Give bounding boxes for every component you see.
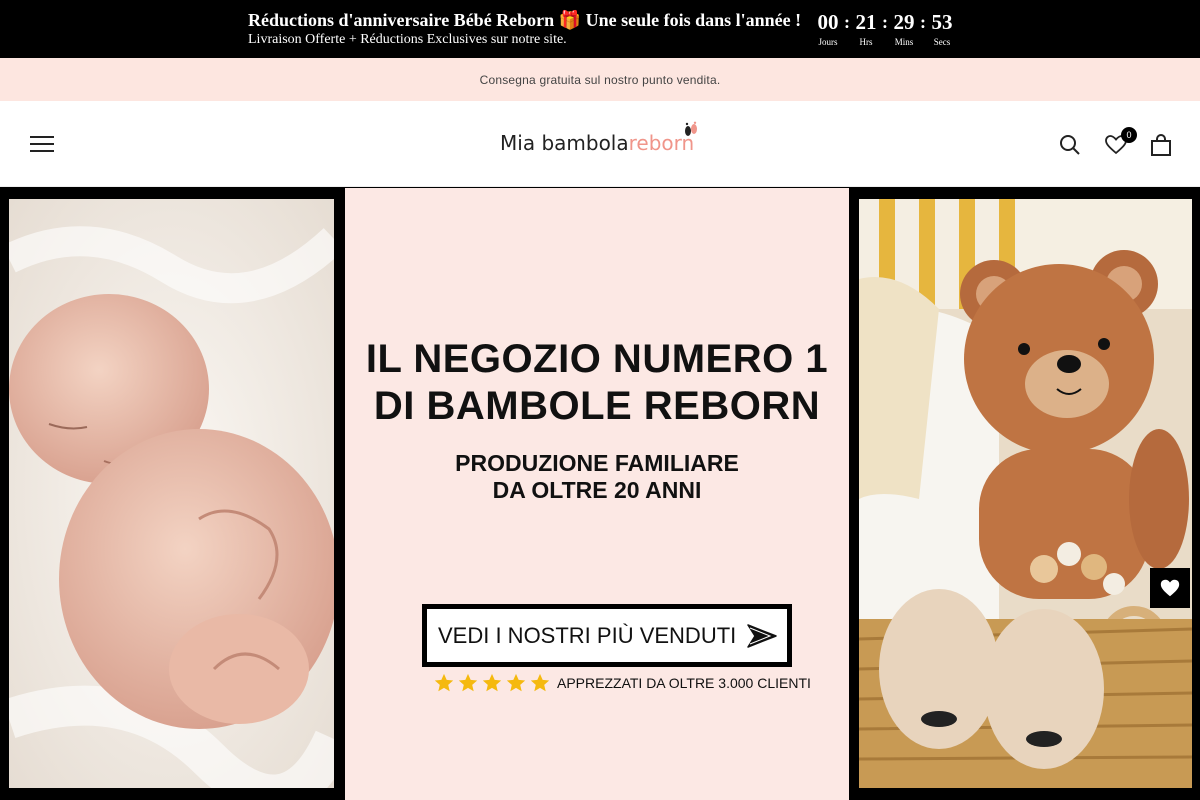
best-sellers-button-label: VEDI I NOSTRI PIÙ VENDUTI <box>438 622 737 648</box>
announcement-text: Réductions d'anniversaire Bébé Reborn 🎁 … <box>248 9 801 49</box>
star-icon <box>530 673 550 692</box>
rating-text: APPREZZATI DA OLTRE 3.000 CLIENTI <box>557 675 811 691</box>
countdown-minutes-value: 29 <box>893 10 915 34</box>
logo-word-bambola: bambola <box>541 131 629 155</box>
newborn-photo <box>9 199 334 788</box>
announcement-title: Réductions d'anniversaire Bébé Reborn 🎁 … <box>248 10 802 30</box>
announcement-subtitle: Livraison Offerte + Réductions Exclusive… <box>248 32 567 47</box>
wishlist-count-badge: 0 <box>1121 127 1137 143</box>
countdown-hours-label: Hrs <box>859 37 873 47</box>
shopping-bag-icon[interactable] <box>1149 133 1173 157</box>
countdown-seconds: 53 Secs <box>926 10 958 48</box>
site-logo[interactable]: Mia bambolareborn <box>500 121 710 165</box>
countdown-days-value: 00 <box>817 10 839 34</box>
shipping-info-bar: Consegna gratuita sul nostro punto vendi… <box>0 58 1200 101</box>
teddy-bear-photo <box>859 199 1192 788</box>
logo-word-mia: Mia <box>500 131 536 155</box>
countdown-hours: 21 Hrs <box>850 10 882 48</box>
hero-text-panel: IL NEGOZIO NUMERO 1 DI BAMBOLE REBORN PR… <box>345 188 849 800</box>
hero-subtitle-line-1: PRODUZIONE FAMILIARE <box>455 450 739 476</box>
hero-subtitle-line-2: DA OLTRE 20 ANNI <box>492 477 702 503</box>
customer-rating: APPREZZATI DA OLTRE 3.000 CLIENTI <box>433 672 811 694</box>
teddy-basket-illustration <box>859 199 1192 788</box>
shipping-info-text: Consegna gratuita sul nostro punto vendi… <box>479 72 721 87</box>
countdown-timer: 00 Jours : 21 Hrs : 29 Mins : 53 Secs <box>812 10 958 48</box>
heart-icon <box>1160 579 1180 597</box>
newborn-illustration <box>9 199 334 788</box>
site-header: Mia bambolareborn 0 <box>0 101 1200 187</box>
countdown-minutes-label: Mins <box>894 37 914 47</box>
star-icon <box>434 673 454 692</box>
hero-banner: IL NEGOZIO NUMERO 1 DI BAMBOLE REBORN PR… <box>0 188 1200 800</box>
rating-stars <box>433 672 553 694</box>
arrow-right-icon <box>747 624 777 648</box>
floating-wishlist-button[interactable] <box>1150 568 1190 608</box>
star-icon <box>506 673 526 692</box>
hero-subtitle: PRODUZIONE FAMILIARE DA OLTRE 20 ANNI <box>345 450 849 504</box>
countdown-days-label: Jours <box>818 37 838 47</box>
countdown-days: 00 Jours <box>812 10 844 48</box>
countdown-seconds-value: 53 <box>931 10 953 34</box>
countdown-seconds-label: Secs <box>933 37 951 47</box>
hamburger-menu-icon[interactable] <box>30 136 54 154</box>
search-icon[interactable] <box>1058 133 1082 157</box>
countdown-hours-value: 21 <box>855 10 877 34</box>
hero-title-line-1: IL NEGOZIO NUMERO 1 <box>365 337 829 381</box>
best-sellers-button[interactable]: VEDI I NOSTRI PIÙ VENDUTI <box>422 604 792 667</box>
baby-feet-logo-icon <box>685 121 697 136</box>
star-icon <box>458 673 478 692</box>
hero-title: IL NEGOZIO NUMERO 1 DI BAMBOLE REBORN <box>345 336 849 430</box>
countdown-minutes: 29 Mins <box>888 10 920 48</box>
star-icon <box>482 673 502 692</box>
hero-title-line-2: DI BAMBOLE REBORN <box>373 384 821 428</box>
announcement-bar: Réductions d'anniversaire Bébé Reborn 🎁 … <box>0 0 1200 58</box>
